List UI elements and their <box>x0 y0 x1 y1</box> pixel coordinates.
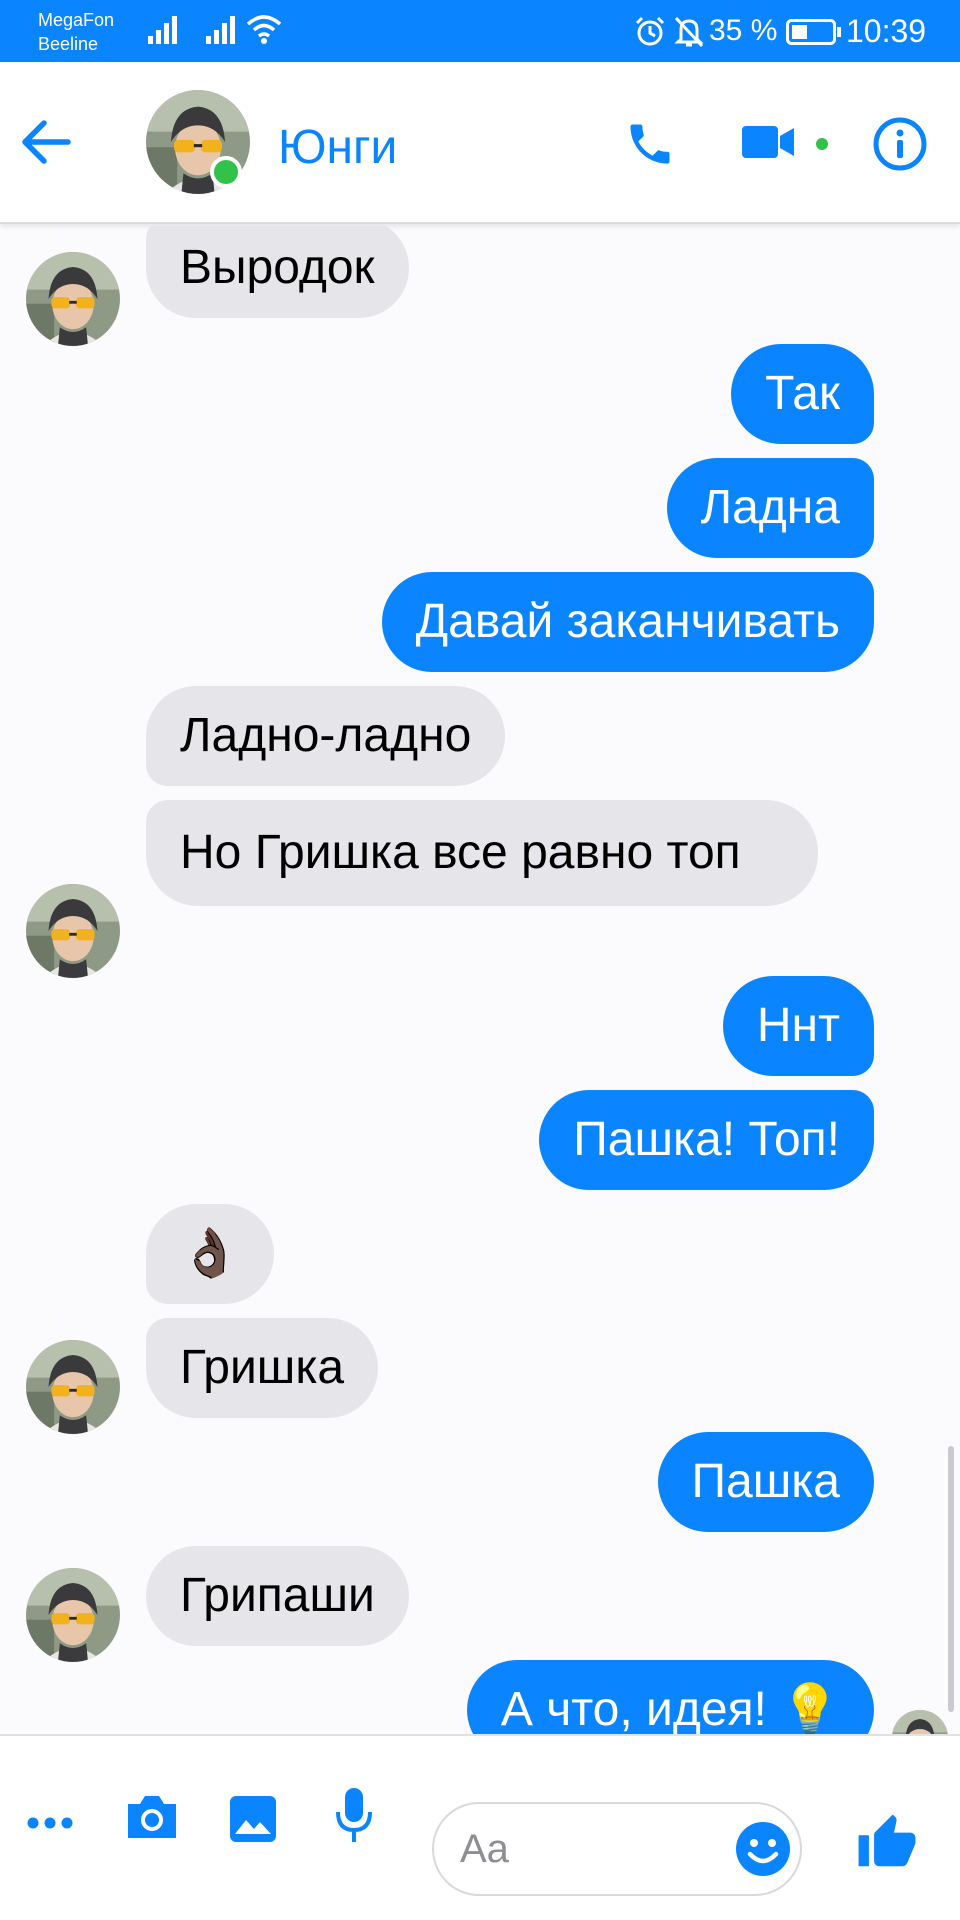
carriers: MegaFon Beeline <box>38 8 114 56</box>
message-bubble[interactable]: Ладно-ладно <box>146 686 506 786</box>
message-bubble[interactable]: Давай заканчивать <box>381 572 874 672</box>
sender-avatar[interactable] <box>26 1340 120 1434</box>
online-status-dot <box>210 156 242 188</box>
sender-avatar[interactable] <box>26 884 120 978</box>
message-list[interactable]: Выродок Так Ладна Давай заканчивать Ладн… <box>0 226 960 1734</box>
status-time: 10:39 <box>846 13 927 49</box>
signal-icon <box>148 16 177 44</box>
carrier-2-label: Beeline <box>38 34 99 54</box>
thumbs-up-icon[interactable] <box>856 1812 918 1874</box>
camera-icon[interactable] <box>124 1792 180 1842</box>
battery-icon <box>786 19 841 45</box>
microphone-icon[interactable] <box>334 1786 374 1846</box>
image-icon[interactable] <box>228 1794 278 1844</box>
composer-bar <box>0 1734 960 1920</box>
signal-icon <box>206 16 235 44</box>
contact-name[interactable]: Юнги <box>278 120 397 176</box>
sender-avatar[interactable] <box>26 1568 120 1662</box>
emoji-icon[interactable] <box>734 1820 792 1878</box>
back-arrow-icon[interactable] <box>20 118 72 166</box>
conversation-header: Юнги <box>0 62 960 224</box>
message-bubble[interactable]: Выродок <box>146 226 409 318</box>
wifi-icon <box>246 15 282 44</box>
message-bubble[interactable]: Гришка <box>146 1318 379 1418</box>
video-camera-icon[interactable] <box>740 122 796 162</box>
status-bar: MegaFon Beeline 35 % 10:39 <box>0 0 960 62</box>
carrier-1-label: MegaFon <box>38 10 115 30</box>
message-bubble[interactable]: Ннт <box>722 976 874 1076</box>
phone-icon[interactable] <box>624 118 676 170</box>
sender-avatar[interactable] <box>26 252 120 346</box>
message-bubble[interactable]: Так <box>731 344 874 444</box>
more-icon[interactable] <box>26 1816 74 1830</box>
alarm-icon <box>635 16 665 46</box>
message-bubble[interactable]: Пашка! Топ! <box>539 1090 874 1190</box>
message-bubble[interactable]: 👌🏿 <box>146 1204 274 1304</box>
message-bubble[interactable]: Но Гришка все равно топ <box>146 800 818 906</box>
battery-percent: 35 % <box>709 14 778 47</box>
message-bubble[interactable]: Пашка <box>657 1432 874 1532</box>
message-bubble[interactable]: А что, идея! 💡 <box>466 1660 874 1734</box>
notifications-off-icon <box>674 16 704 48</box>
message-bubble[interactable]: Ладна <box>666 458 874 558</box>
read-receipt-avatar <box>892 1710 948 1734</box>
video-available-dot <box>816 138 828 150</box>
scrollbar[interactable] <box>948 1446 954 1712</box>
info-icon[interactable] <box>872 116 928 172</box>
message-bubble[interactable]: Грипаши <box>146 1546 409 1646</box>
